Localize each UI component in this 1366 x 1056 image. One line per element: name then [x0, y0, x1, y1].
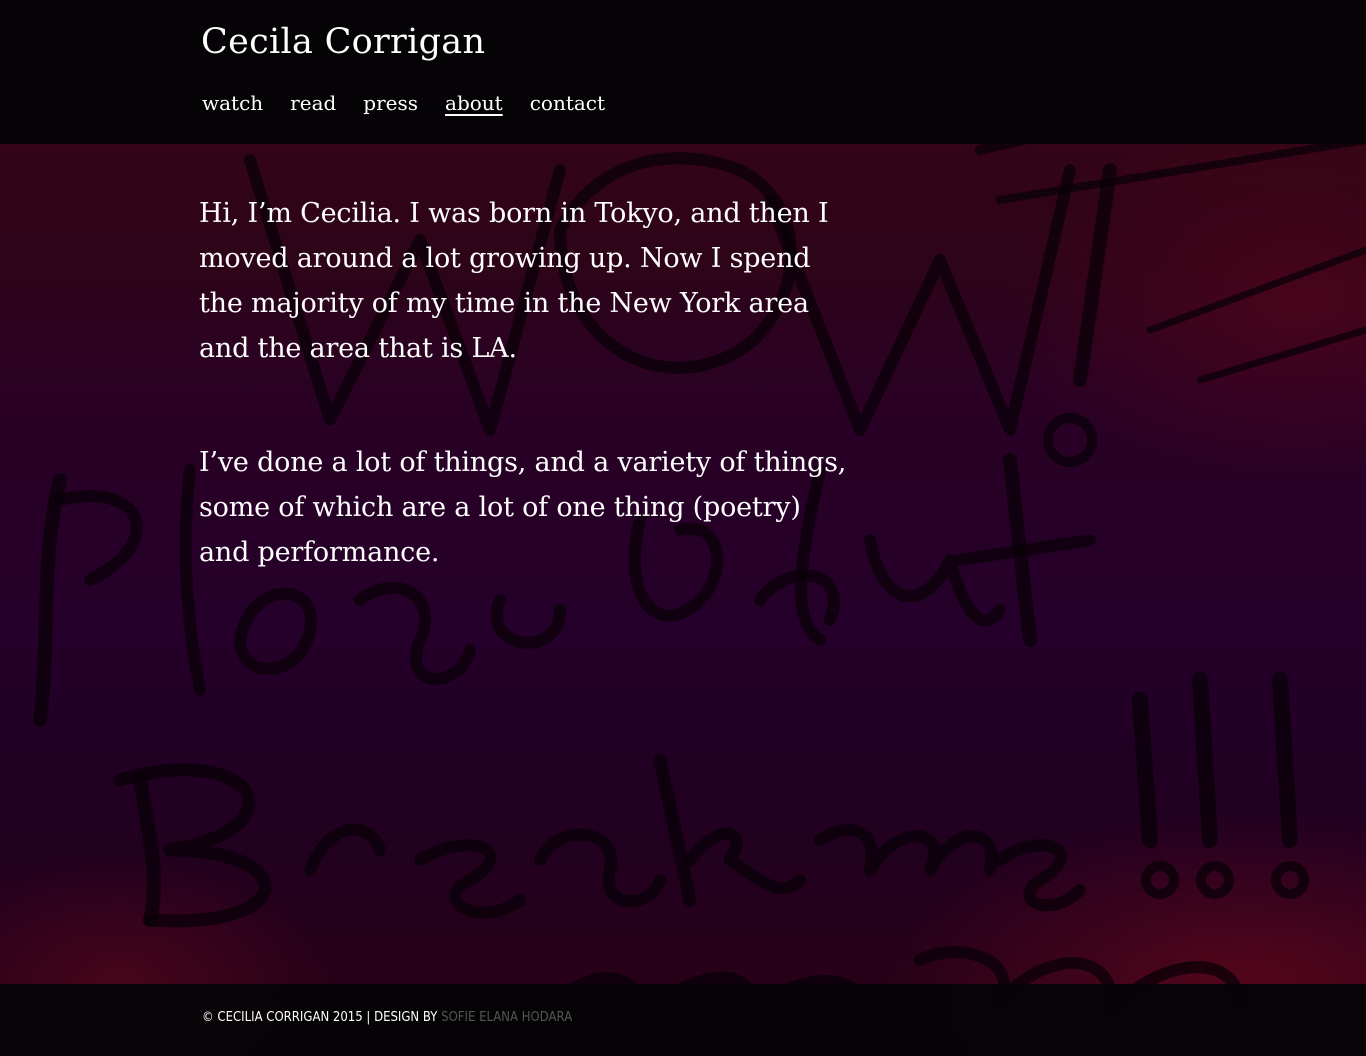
nav-item-press[interactable]: press: [363, 89, 418, 117]
footer-copyright: © CECILIA CORRIGAN 2015 | DESIGN BY: [202, 1010, 442, 1025]
footer-designer-link[interactable]: SOFIE ELANA HODARA: [441, 1010, 572, 1025]
nav-item-contact[interactable]: contact: [530, 89, 605, 117]
about-paragraph-intro: Hi, I’m Cecilia. I was born in Tokyo, an…: [199, 198, 829, 364]
nav-item-about[interactable]: about: [445, 89, 503, 117]
site-footer: © CECILIA CORRIGAN 2015 | DESIGN BY SOFI…: [0, 984, 1366, 1056]
main-nav: watch read press about contact: [202, 89, 632, 117]
nav-item-watch[interactable]: watch: [202, 89, 263, 117]
footer-credits: © CECILIA CORRIGAN 2015 | DESIGN BY SOFI…: [202, 1010, 572, 1025]
page: Cecila Corrigan watch read press about c…: [0, 0, 1366, 1056]
nav-item-read[interactable]: read: [290, 89, 336, 117]
about-paragraph-work: I’ve done a lot of things, and a variety…: [199, 447, 847, 568]
site-header: Cecila Corrigan watch read press about c…: [0, 0, 1366, 144]
site-title[interactable]: Cecila Corrigan: [201, 22, 485, 62]
about-content: Hi, I’m Cecilia. I was born in Tokyo, an…: [199, 191, 859, 644]
